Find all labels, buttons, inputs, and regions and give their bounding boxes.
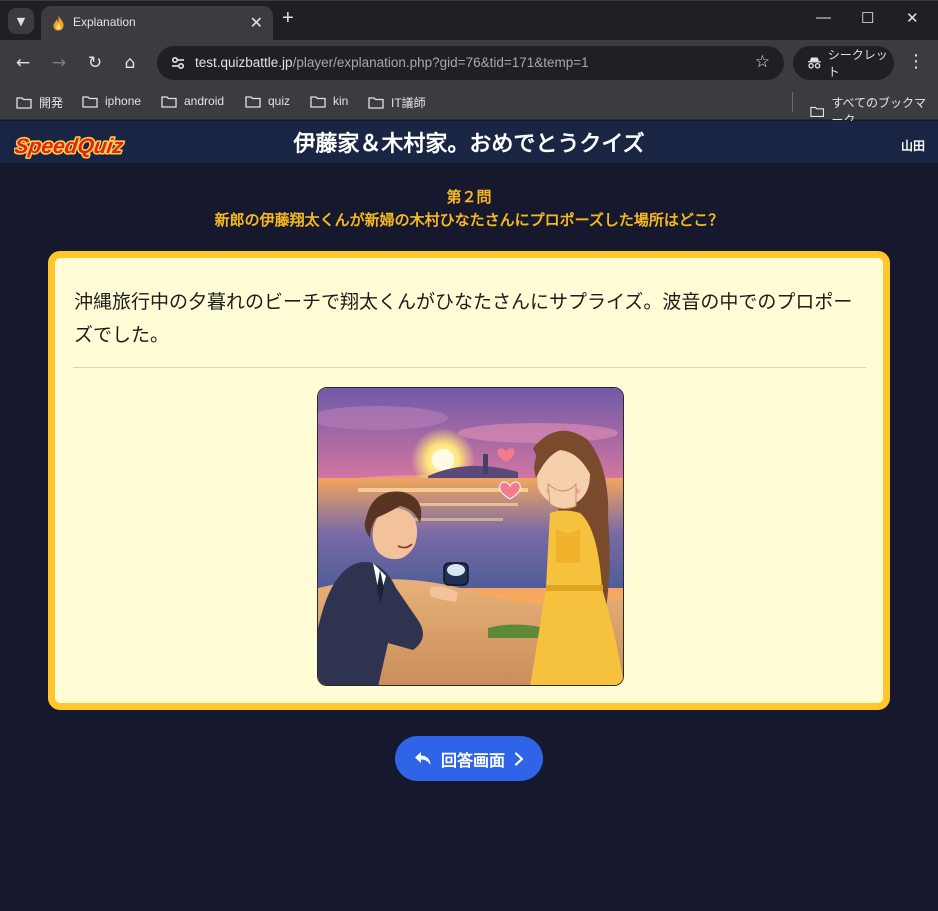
reply-arrow-icon [414,751,431,765]
bookmark-label: kin [333,94,349,108]
home-icon[interactable]: ⌂ [118,51,142,75]
bookmark-separator [792,92,793,112]
browser-tab-strip: ▼ Explanation ✕ + — ☐ ✕ [0,0,938,41]
folder-icon [82,95,98,108]
address-bar[interactable]: test.quizbattle.jp/player/explanation.ph… [157,46,784,80]
incognito-label: シークレット [827,48,888,79]
question-text: 新郎の伊藤翔太くんが新婦の木村ひなたさんにプロポーズした場所はどこ？ [214,211,724,229]
bookmark-label: 開発 [39,96,64,110]
chevron-right-icon [514,751,524,766]
bookmark-folder-iphone[interactable]: iphone [82,94,141,108]
url-host: test.quizbattle.jp [195,55,293,70]
site-settings-icon[interactable] [169,54,187,72]
answer-screen-button[interactable]: 回答画面 [395,736,543,781]
bookmark-folder-dev[interactable]: 開発 [16,94,63,111]
divider [73,367,866,368]
tab-explanation[interactable]: Explanation ✕ [41,6,273,41]
folder-icon [310,95,326,108]
new-tab-button[interactable]: + [282,7,294,30]
page-title: 伊藤家＆木村家。おめでとうクイズ [293,132,645,157]
browser-toolbar: ← → ↻ ⌂ test.quizbattle.jp/player/explan… [0,40,938,86]
fire-icon [53,16,64,31]
maximize-icon[interactable]: ☐ [861,9,874,27]
explanation-card: 沖縄旅行中の夕暮れのビーチで翔太くんがひなたさんにサプライズ。波音の中でのプロポ… [48,251,890,710]
menu-icon[interactable]: ⋮ [907,51,925,72]
folder-icon [16,97,32,109]
incognito-indicator[interactable]: シークレット [793,46,894,80]
forward-arrow-icon[interactable]: → [47,51,71,75]
tab-title: Explanation [73,15,136,29]
url-path: /player/explanation.php?gid=76&tid=171&t… [292,55,589,70]
bookmark-label: android [184,94,225,108]
minimize-icon[interactable]: — [816,9,831,26]
tab-close-icon[interactable]: ✕ [250,13,263,33]
bookmark-label: iphone [105,94,142,108]
bookmark-star-icon[interactable]: ☆ [755,52,770,72]
tab-search-button[interactable]: ▼ [8,8,34,34]
question-number: 第２問 [446,188,492,206]
chevron-down-icon: ▼ [16,14,26,28]
folder-icon [810,106,825,117]
bookmark-folder-it[interactable]: IT議師 [368,94,426,111]
folder-icon [368,97,384,109]
close-window-icon[interactable]: ✕ [906,9,919,27]
bookmark-label: IT議師 [391,96,426,110]
folder-icon [245,95,261,108]
bookmark-folder-kin[interactable]: kin [310,94,348,108]
bookmarks-bar: 開発 iphone android quiz kin IT議師 すべてのブックマ… [0,86,938,127]
bookmark-folder-android[interactable]: android [161,94,224,108]
reload-icon[interactable]: ↻ [83,51,107,75]
folder-icon [161,95,177,108]
incognito-icon [807,57,821,69]
explanation-text: 沖縄旅行中の夕暮れのビーチで翔太くんがひなたさんにサプライズ。波音の中でのプロポ… [74,291,853,346]
bookmark-folder-quiz[interactable]: quiz [245,94,290,108]
illustration-image [318,388,623,685]
url-text: test.quizbattle.jp/player/explanation.ph… [195,55,589,70]
bookmark-label: quiz [268,94,291,108]
user-name: 山田 [900,139,925,153]
proposal-illustration [317,387,624,686]
answer-button-label: 回答画面 [440,750,505,770]
back-arrow-icon[interactable]: ← [11,51,35,75]
